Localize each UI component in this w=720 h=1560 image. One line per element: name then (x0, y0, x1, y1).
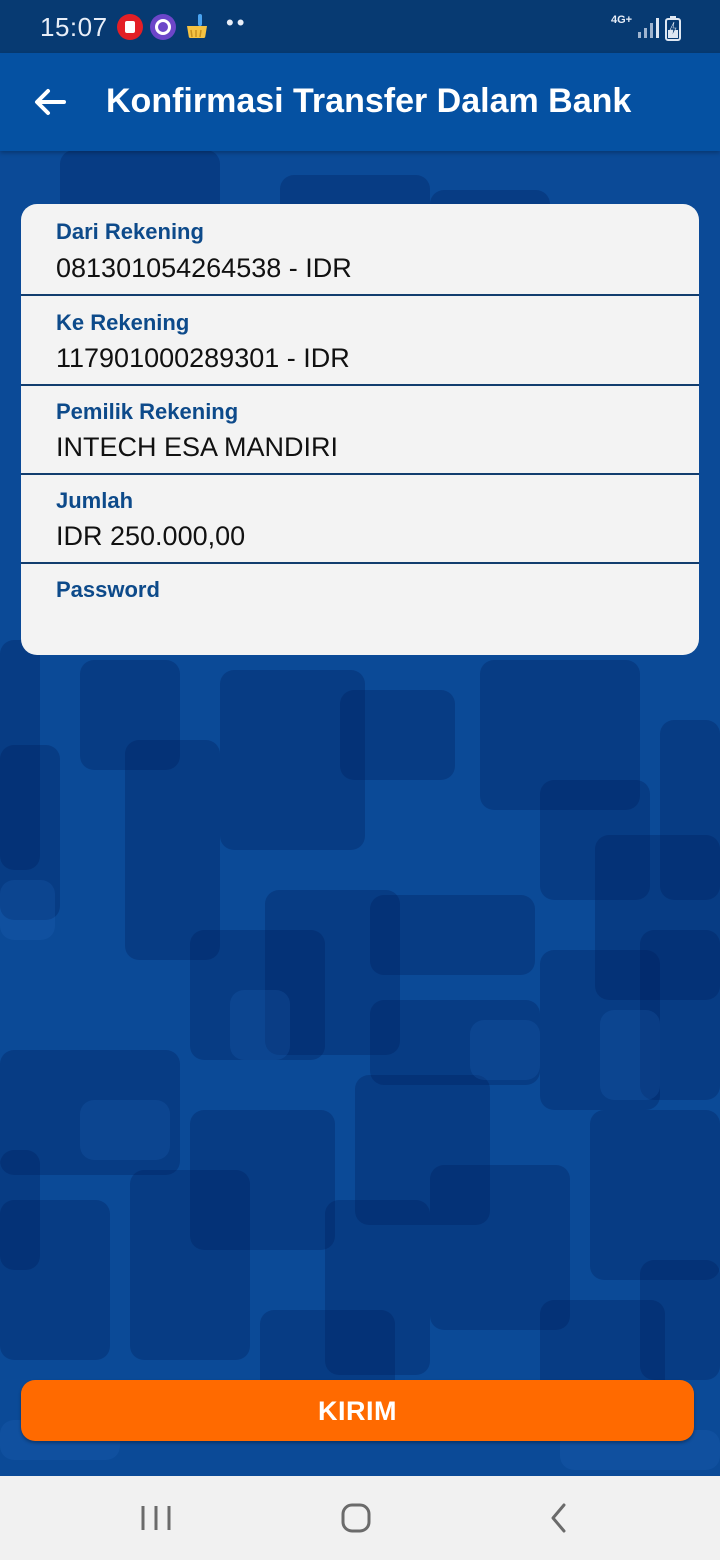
amount-value: IDR 250.000,00 (56, 521, 246, 551)
status-time: 15:07 (40, 12, 108, 42)
navigation-bar (0, 1476, 720, 1560)
account-owner-row: Pemilik Rekening INTECH ESA MANDIRI (21, 386, 699, 474)
back-arrow-icon[interactable] (28, 80, 72, 124)
to-account-row: Ke Rekening 117901000289301 - IDR (21, 296, 699, 384)
status-dots: •• (226, 10, 248, 35)
from-account-label: Dari Rekening (56, 219, 204, 244)
confirmation-card: Dari Rekening 081301054264538 - IDR Ke R… (21, 204, 699, 655)
to-account-value: 117901000289301 - IDR (56, 343, 350, 373)
app-bar: Konfirmasi Transfer Dalam Bank (0, 53, 720, 151)
circle-app-icon (150, 14, 176, 40)
password-input[interactable] (56, 609, 660, 647)
battery-charging-icon (665, 16, 681, 41)
page-title: Konfirmasi Transfer Dalam Bank (106, 82, 632, 120)
recent-apps-icon[interactable] (126, 1496, 186, 1540)
kirim-button-label: KIRIM (318, 1396, 397, 1426)
home-icon[interactable] (326, 1496, 386, 1540)
kirim-button[interactable]: KIRIM (21, 1380, 694, 1441)
broom-icon (187, 14, 207, 38)
from-account-row: Dari Rekening 081301054264538 - IDR (21, 204, 699, 294)
account-owner-value: INTECH ESA MANDIRI (56, 432, 339, 462)
account-owner-label: Pemilik Rekening (56, 399, 239, 424)
trash-icon (117, 14, 143, 40)
to-account-label: Ke Rekening (56, 310, 190, 335)
network-type-indicator: 4G+ (611, 14, 633, 26)
status-bar: 15:07 •• 4G+ (0, 0, 720, 53)
password-label: Password (56, 577, 160, 602)
back-icon[interactable] (529, 1496, 589, 1540)
signal-icon (638, 18, 659, 38)
amount-row: Jumlah IDR 250.000,00 (21, 475, 699, 563)
from-account-value: 081301054264538 - IDR (56, 253, 352, 283)
amount-label: Jumlah (56, 488, 134, 513)
